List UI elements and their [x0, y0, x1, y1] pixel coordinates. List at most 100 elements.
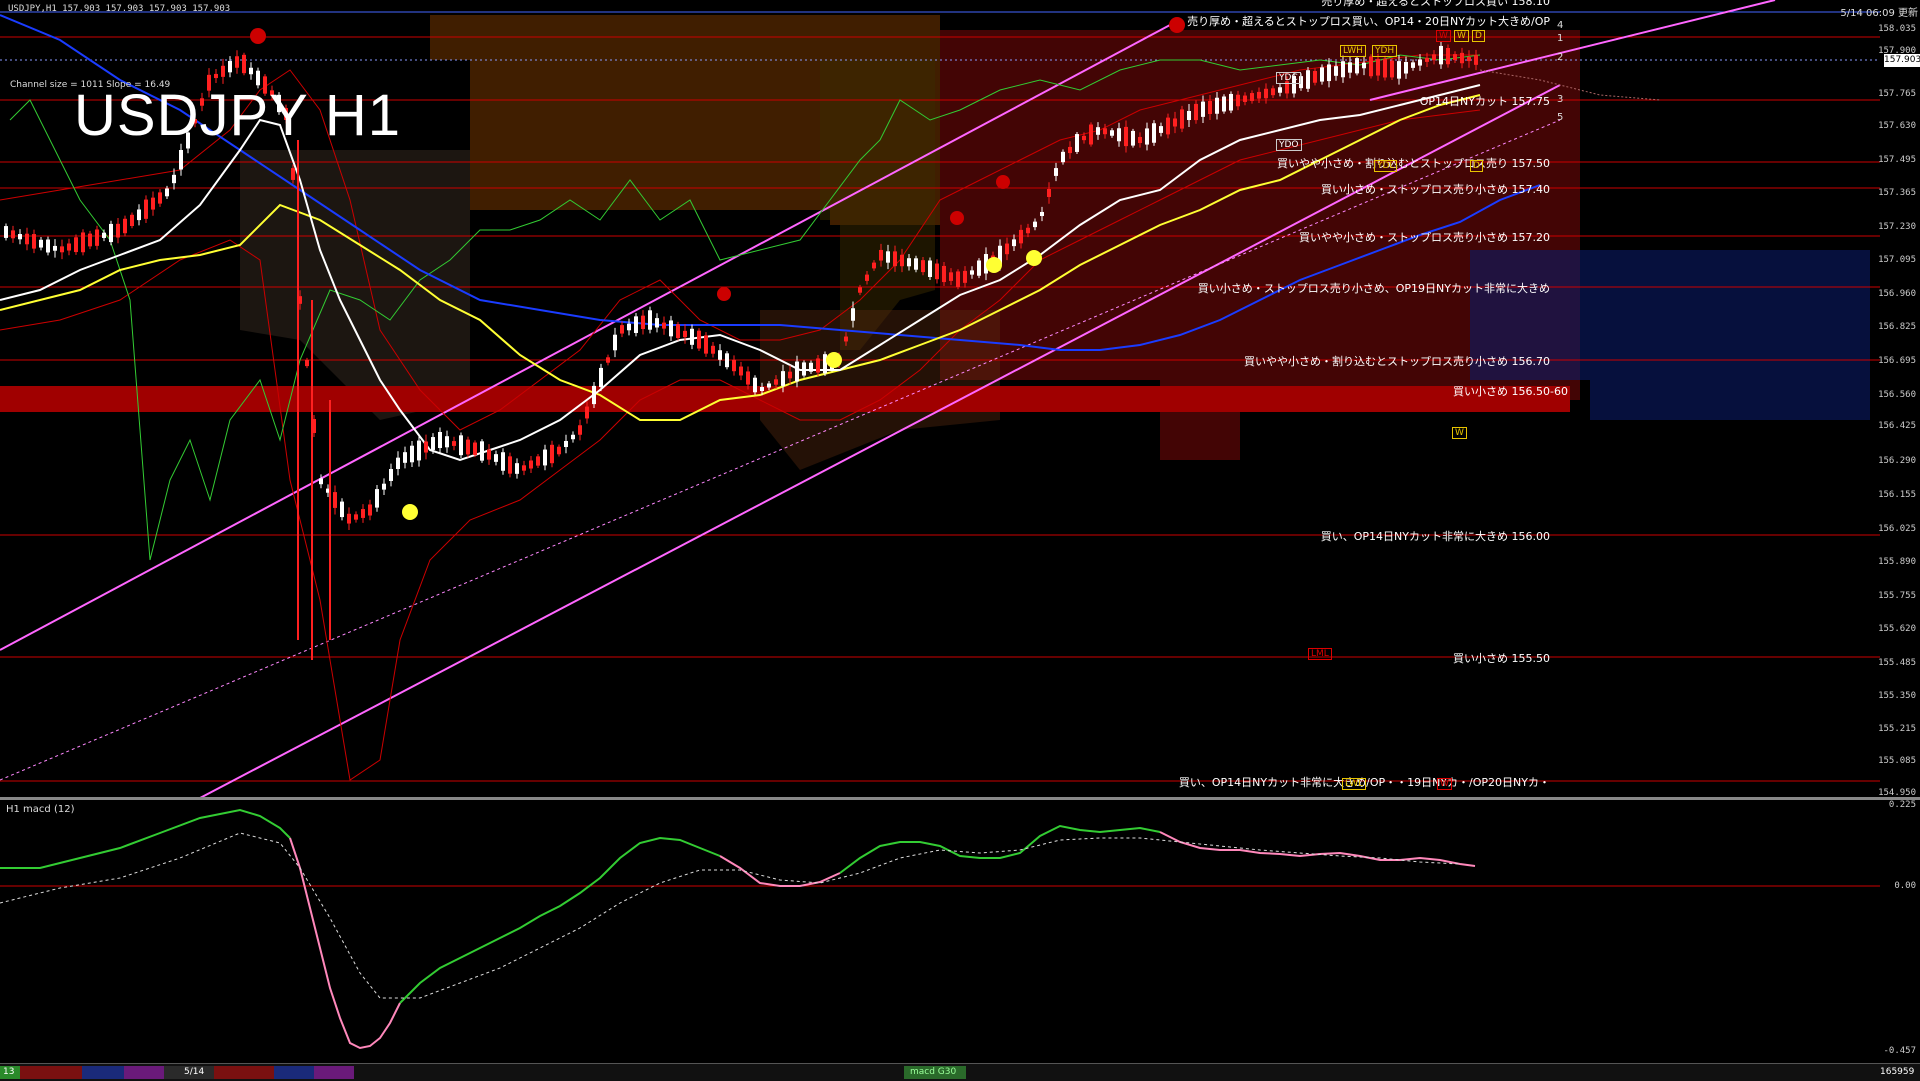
- level-note: 買いやや小さめ・割り込むとストップロス売り小さめ 156.70: [1244, 355, 1550, 368]
- candle-body: [648, 310, 652, 330]
- current-price-box: 157.903: [1884, 54, 1920, 67]
- candle-body: [1180, 109, 1184, 129]
- price-axis-label: 155.085: [1878, 756, 1916, 766]
- timeline-seg-8[interactable]: [314, 1066, 354, 1079]
- tag-w-top-2: W: [1454, 30, 1469, 42]
- candle-body: [536, 456, 540, 466]
- candle-body: [1201, 101, 1205, 117]
- candle-body: [809, 362, 813, 372]
- candle-body: [1460, 52, 1464, 64]
- candle-body: [389, 469, 393, 481]
- timeline-seg-2[interactable]: [20, 1066, 82, 1079]
- candle-body: [823, 354, 827, 374]
- tag-ydl: YDL: [1374, 160, 1398, 172]
- candle-body: [1439, 45, 1443, 65]
- timeline-label-2: 5/14: [184, 1067, 205, 1077]
- macd-chart[interactable]: [0, 798, 1920, 1060]
- candle-body: [767, 383, 771, 388]
- price-axis-label: 155.890: [1878, 557, 1916, 567]
- candle-body: [522, 465, 526, 471]
- price-axis-label: 158.035: [1878, 24, 1916, 34]
- candle-body: [242, 54, 246, 74]
- candle-body: [1075, 134, 1079, 152]
- candle-body: [158, 192, 162, 204]
- timeline-bar[interactable]: 13 5/14 macd G30 165959: [0, 1063, 1920, 1081]
- timeline-seg-3[interactable]: [82, 1066, 124, 1079]
- candle-body: [858, 287, 862, 293]
- candle-body: [60, 246, 64, 253]
- candle-body: [697, 330, 701, 349]
- candle-body: [788, 371, 792, 379]
- candle-body: [508, 456, 512, 474]
- level-note: 買い、OP14日NYカット非常に大きめ 156.00: [1320, 530, 1550, 543]
- macd-line-pink: [289, 837, 401, 1050]
- tag-w: W: [1452, 427, 1467, 439]
- candle-body: [879, 249, 883, 261]
- candle-body: [39, 239, 43, 248]
- candle-body: [1103, 128, 1107, 135]
- candle-body: [753, 377, 757, 393]
- price-axis-label: 155.215: [1878, 724, 1916, 734]
- timeline-seg-7[interactable]: [274, 1066, 314, 1079]
- candle-body: [914, 258, 918, 270]
- candle-body: [564, 440, 568, 448]
- candle-body: [1152, 123, 1156, 143]
- candle-body: [1047, 189, 1051, 197]
- timeline-seg-6[interactable]: [214, 1066, 274, 1079]
- candle-body: [949, 272, 953, 281]
- timeline-seg-4[interactable]: [124, 1066, 164, 1079]
- price-axis-label: 157.630: [1878, 121, 1916, 131]
- candle-body: [1208, 101, 1212, 114]
- candle-body: [11, 230, 15, 239]
- level-num-1: 1: [1557, 33, 1564, 44]
- candle-body: [221, 65, 225, 77]
- candle-body: [1033, 221, 1037, 228]
- candle-body: [1040, 211, 1044, 217]
- candle-body: [18, 234, 22, 240]
- candle-body: [1019, 229, 1023, 244]
- macd-axis-top: 0.225: [1888, 800, 1916, 810]
- tag-ydo: YDO: [1276, 139, 1302, 151]
- candle-body: [935, 263, 939, 280]
- candle-body: [1138, 136, 1142, 144]
- candle-body: [1390, 60, 1394, 78]
- level-note: 買いやや小さめ・ストップロス売り小さめ 157.20: [1299, 231, 1550, 244]
- candle-body: [179, 150, 183, 170]
- candle-body: [1194, 103, 1198, 121]
- tag-lml: LML: [1308, 648, 1332, 660]
- price-axis-label: 157.095: [1878, 255, 1916, 265]
- tag-d-top: D: [1472, 30, 1485, 42]
- candle-body: [942, 265, 946, 283]
- price-axis-label: 155.620: [1878, 624, 1916, 634]
- candle-body: [74, 237, 78, 253]
- candle-body: [865, 274, 869, 281]
- candle-body: [382, 483, 386, 490]
- price-axis-label: 155.485: [1878, 658, 1916, 668]
- candle-body: [1222, 96, 1226, 112]
- candle-body: [1467, 57, 1471, 62]
- macd-line-pink-3: [1159, 831, 1476, 867]
- candle-body: [970, 270, 974, 275]
- candle-body: [403, 452, 407, 463]
- candle-body: [921, 260, 925, 273]
- candle-body: [487, 449, 491, 460]
- level-note: 買い小さめ・ストップロス売り小さめ 157.40: [1321, 183, 1550, 196]
- price-axis-label: 155.755: [1878, 591, 1916, 601]
- candle-body: [1341, 61, 1345, 78]
- candle-body: [410, 445, 414, 463]
- candle-body: [1026, 227, 1030, 234]
- candle-body: [1012, 239, 1016, 247]
- timeline-label-4: 165959: [1880, 1067, 1915, 1077]
- symbol-info: USDJPY,H1 157.903 157.903 157.903 157.90…: [8, 4, 231, 14]
- candle-body: [739, 366, 743, 376]
- update-clock: 5/14 06:09 更新: [1840, 8, 1918, 19]
- candle-body: [760, 386, 764, 392]
- level-num-2: 2: [1557, 52, 1564, 63]
- timeline-label-1: 13: [3, 1067, 15, 1077]
- candle-body: [844, 336, 848, 342]
- candle-body: [781, 371, 785, 386]
- candle-body: [1131, 130, 1135, 146]
- candle-body: [424, 441, 428, 453]
- level-note: 買い小さめ・ストップロス売り小さめ、OP19日NYカット非常に大きめ: [1197, 282, 1550, 295]
- candle-body: [88, 233, 92, 247]
